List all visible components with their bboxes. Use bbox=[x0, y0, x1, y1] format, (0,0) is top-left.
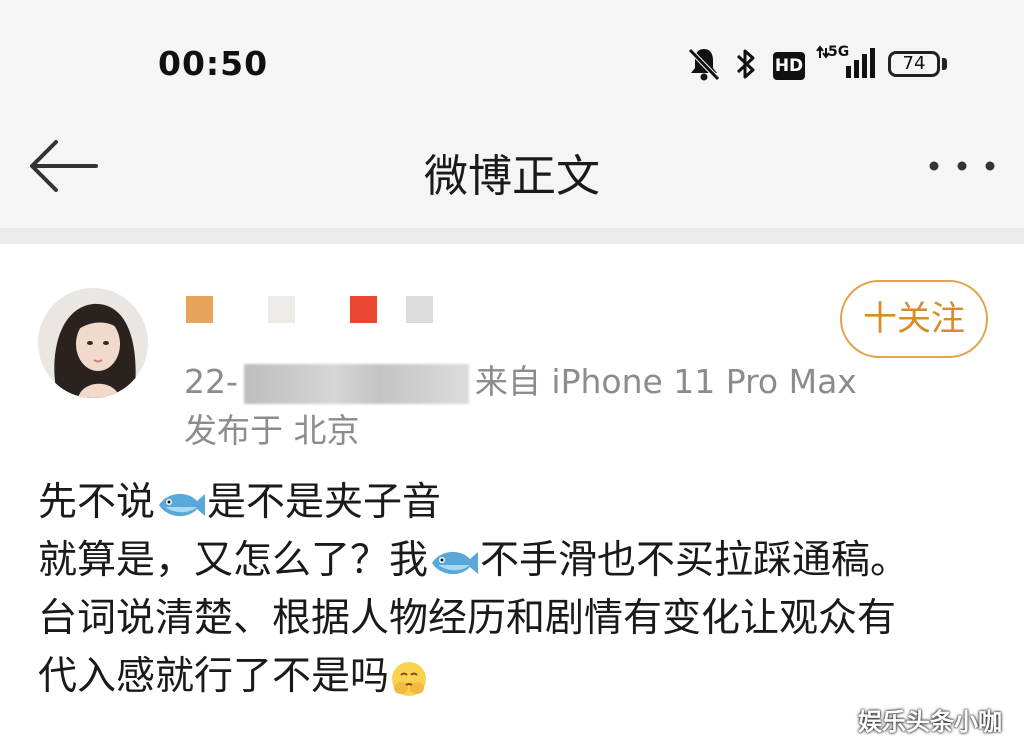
watermark-text: 娱乐头条小咖 bbox=[858, 708, 1002, 736]
fish-emoji bbox=[432, 551, 479, 574]
follow-button[interactable]: 十关注 bbox=[840, 280, 988, 358]
post-time-prefix: 22- bbox=[184, 362, 238, 401]
signal-icon bbox=[816, 45, 875, 78]
post-line-2: 就算是，又怎么了？我 不手滑也不买拉踩通稿。 bbox=[38, 532, 998, 590]
text-segment: 是不是夹子音 bbox=[207, 480, 442, 525]
fish-emoji bbox=[159, 493, 206, 516]
battery-indicator: 74 bbox=[888, 51, 940, 77]
avatar[interactable] bbox=[38, 288, 148, 398]
post-content: 先不说 是不是夹子音 就算是，又怎么了？我 不手滑也不买拉踩通稿。 台词说清楚、根据… bbox=[38, 474, 998, 706]
text-segment: 不手滑也不买拉踩通稿。 bbox=[480, 538, 910, 583]
redacted-timestamp bbox=[243, 363, 469, 404]
battery-level: 74 bbox=[902, 53, 926, 74]
hd-badge: HD bbox=[773, 52, 805, 80]
post-meta: 22- 来自 iPhone 11 Pro Max bbox=[184, 355, 857, 404]
post-line-4: 代入感就行了不是吗 bbox=[38, 648, 998, 706]
page-title: 微博正文 bbox=[424, 151, 600, 202]
section-divider bbox=[0, 228, 1024, 244]
mute-bell-icon bbox=[688, 48, 720, 81]
more-horizontal-icon[interactable] bbox=[928, 160, 996, 172]
post-location: 发布于 北京 bbox=[184, 411, 360, 450]
bluetooth-icon bbox=[736, 49, 755, 79]
text-segment: 代入感就行了不是吗 bbox=[38, 654, 390, 699]
post-source: 来自 iPhone 11 Pro Max bbox=[474, 362, 857, 401]
text-segment: 先不说 bbox=[38, 480, 156, 525]
battery-tip bbox=[942, 58, 947, 70]
text-segment: 就算是，又怎么了？我 bbox=[38, 538, 429, 583]
face-hands-emoji bbox=[392, 661, 427, 696]
status-time: 00:50 bbox=[158, 44, 269, 83]
avatar-portrait-icon bbox=[38, 288, 148, 398]
post-line-3: 台词说清楚、根据人物经历和剧情有变化让观众有 bbox=[38, 596, 897, 641]
post-line-1: 先不说 是不是夹子音 bbox=[38, 474, 998, 532]
